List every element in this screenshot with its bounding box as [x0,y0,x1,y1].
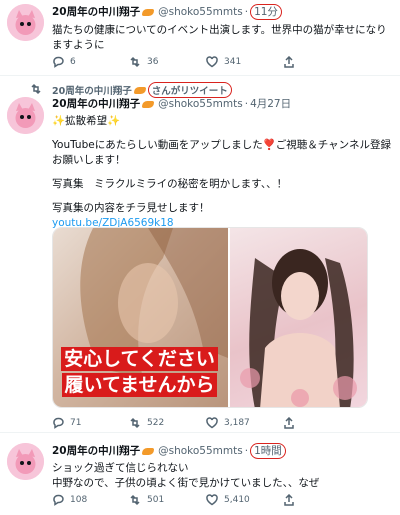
carrot-emoji-icon [133,86,146,94]
display-name[interactable]: 20周年の中川翔子 [52,444,140,458]
retweet-count: 36 [147,57,159,67]
separator: · [244,6,249,18]
reply-button[interactable]: 6 [52,56,129,68]
share-button[interactable] [283,494,360,506]
like-button[interactable]: 3,187 [206,417,283,429]
retweeter-name: 20周年の中川翔子 [52,86,132,97]
share-button[interactable] [283,56,360,68]
action-bar: 108 501 5,410 [52,494,360,506]
retweet-icon [31,83,41,95]
tweet-header: 20周年の中川翔子 @shoko55mmts · 11分 [52,4,392,20]
caption-line: 履いてませんから [61,373,218,397]
avatar[interactable] [7,443,44,480]
separator: · [244,98,249,110]
retweet-icon [130,56,140,68]
tweet[interactable]: 20周年の中川翔子 @shoko55mmts · 1時間 ショック過ぎて信じられ… [0,434,400,515]
like-button[interactable]: 341 [206,56,283,68]
tweet-text-line: 中野なので、子供の頃よく街で見かけていました、、なぜ [52,477,320,489]
timestamp[interactable]: 4月27日 [250,97,291,111]
tweet-header: 20周年の中川翔子 @shoko55mmts · 1時間 [52,443,392,459]
action-bar: 71 522 3,187 [52,417,360,429]
retweet-context[interactable]: 20周年の中川翔子 さんがリツイート [52,82,232,98]
like-button[interactable]: 5,410 [206,494,283,506]
tweet[interactable]: 20周年の中川翔子 @shoko55mmts · 11分 猫たちの健康についての… [0,0,400,76]
tweet-text-line: ✨拡散希望✨ [52,115,121,127]
like-count: 5,410 [224,495,250,505]
avatar[interactable] [7,97,44,134]
avatar[interactable] [7,4,44,41]
handle[interactable]: @shoko55mmts [158,5,243,19]
like-icon [206,56,218,68]
retweet-button[interactable]: 36 [129,56,206,68]
tweet-text-line: ショック過ぎて信じられない [52,462,189,474]
action-bar: 6 36 341 [52,56,360,68]
tweet-text-line: 写真集の内容をチラ見せします！ [52,202,210,214]
thumbnail-caption: 安心してください 履いてませんから [57,347,222,399]
share-button[interactable] [283,417,360,429]
caption-line: 安心してください [61,347,218,371]
reply-icon [53,417,64,429]
display-name[interactable]: 20周年の中川翔子 [52,5,140,19]
timestamp[interactable]: 11分 [250,4,282,20]
share-icon [284,417,294,429]
retweet-icon [130,494,140,506]
reply-button[interactable]: 71 [52,417,129,429]
separator: · [244,445,249,457]
carrot-emoji-icon [142,8,155,16]
retweet-count: 522 [147,418,165,428]
thumbnail-right-photo [228,228,367,407]
like-count: 3,187 [224,418,250,428]
tweet[interactable]: 20周年の中川翔子 さんがリツイート 20周年の中川翔子 @shoko55mmt… [0,77,400,433]
reply-icon [53,56,64,68]
carrot-emoji-icon [142,100,155,108]
share-icon [284,494,294,506]
handle[interactable]: @shoko55mmts [158,97,243,111]
retweet-context-label: さんがリツイート [147,82,232,98]
tweet-text-line: 写真集 ミラクルミライの秘密を明かします、、！ [52,178,288,190]
reply-count: 71 [70,418,82,428]
reply-count: 6 [70,57,76,67]
tweet-text-line: YouTubeにあたらしい動画をアップしました❣️ご視聴＆チャンネル登録お願いし… [52,139,391,166]
tweet-header: 20周年の中川翔子 @shoko55mmts · 4月27日 [52,97,392,111]
reply-icon [53,494,64,506]
video-thumbnail[interactable]: 安心してください 履いてませんから [52,227,368,408]
like-icon [206,417,218,429]
reply-count: 108 [70,495,88,505]
like-icon [206,494,218,506]
thumbnail-left-photo: 安心してください 履いてませんから [53,228,228,407]
handle[interactable]: @shoko55mmts [158,444,243,458]
retweet-button[interactable]: 522 [129,417,206,429]
tweet-text: 猫たちの健康についてのイベント出演します。世界中の猫が幸せになりますように [52,24,387,51]
like-count: 341 [224,57,242,67]
carrot-emoji-icon [142,447,155,455]
display-name[interactable]: 20周年の中川翔子 [52,97,140,111]
retweet-count: 501 [147,495,165,505]
reply-button[interactable]: 108 [52,494,129,506]
share-icon [284,56,294,68]
timestamp[interactable]: 1時間 [250,443,286,459]
retweet-button[interactable]: 501 [129,494,206,506]
retweet-icon [130,417,140,429]
